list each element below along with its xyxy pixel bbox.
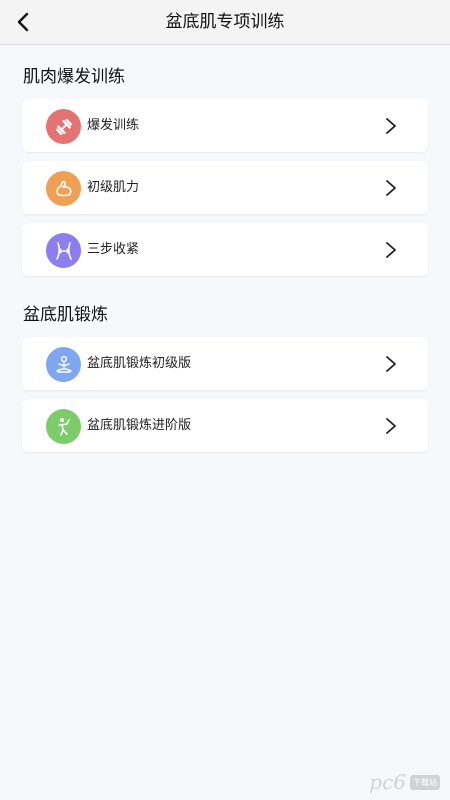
section-title-muscle-burst: 肌肉爆发训练 <box>23 67 125 87</box>
chevron-right-icon <box>386 118 396 134</box>
list-item-label: 三步收紧 <box>87 242 140 257</box>
watermark-text: pc6 <box>369 770 406 794</box>
list-item-burst-training[interactable]: 爆发训练 <box>22 99 428 152</box>
list-item-label: 盆底肌锻炼进阶版 <box>87 418 192 433</box>
dumbbell-icon <box>46 109 81 144</box>
list-item-pelvic-basic[interactable]: 盆底肌锻炼初级版 <box>22 337 428 390</box>
chevron-right-icon <box>386 242 396 258</box>
watermark: pc6 下载站 <box>369 770 440 794</box>
top-nav-bar: 盆底肌专项训练 <box>0 0 450 45</box>
flexed-arm-icon <box>46 171 81 206</box>
waist-icon <box>46 233 81 268</box>
section-title-pelvic-floor: 盆底肌锻炼 <box>23 305 108 325</box>
stretch-icon <box>46 409 81 444</box>
meditation-icon <box>46 347 81 382</box>
chevron-right-icon <box>386 418 396 434</box>
chevron-right-icon <box>386 180 396 196</box>
chevron-right-icon <box>386 356 396 372</box>
list-item-label: 爆发训练 <box>87 118 140 133</box>
list-item-basic-strength[interactable]: 初级肌力 <box>22 161 428 214</box>
watermark-badge: 下载站 <box>410 774 440 790</box>
list-item-three-step-tighten[interactable]: 三步收紧 <box>22 223 428 276</box>
page-title: 盆底肌专项训练 <box>165 12 285 32</box>
list-item-label: 初级肌力 <box>87 180 140 195</box>
list-item-pelvic-advanced[interactable]: 盆底肌锻炼进阶版 <box>22 399 428 452</box>
list-item-label: 盆底肌锻炼初级版 <box>87 356 192 371</box>
